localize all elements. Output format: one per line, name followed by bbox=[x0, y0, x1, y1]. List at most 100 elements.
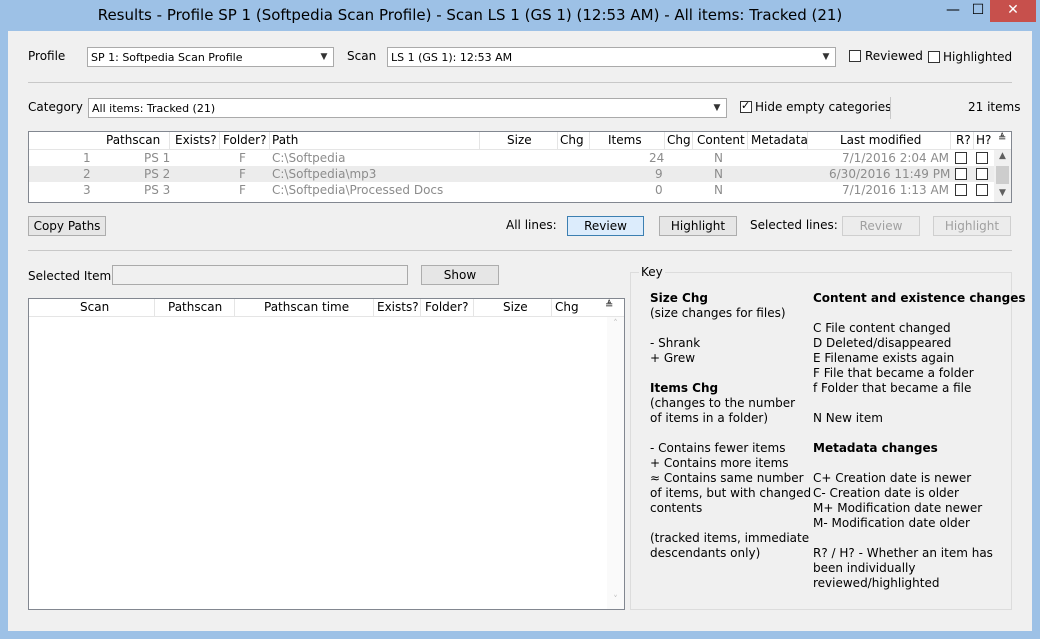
column-header[interactable]: Exists? bbox=[377, 300, 419, 314]
column-header[interactable]: Scan bbox=[80, 300, 109, 314]
key-line: been individually bbox=[813, 561, 916, 575]
column-header[interactable]: Exists? bbox=[175, 133, 217, 147]
highlight-selected-button[interactable]: Highlight bbox=[933, 216, 1011, 236]
key-line: - Shrank bbox=[650, 336, 701, 350]
column-header[interactable]: Path bbox=[272, 133, 298, 147]
highlight-checkbox[interactable] bbox=[976, 168, 988, 180]
copy-paths-button[interactable]: Copy Paths bbox=[28, 216, 106, 236]
key-heading: Items Chg bbox=[650, 381, 719, 395]
key-line: reviewed/highlighted bbox=[813, 576, 940, 590]
key-heading: Content and existence changes bbox=[813, 291, 1026, 305]
table-row[interactable]: 1 PS 1 F C:\Softpedia 24 N 7/1/2016 2:04… bbox=[29, 150, 994, 166]
key-heading: Metadata changes bbox=[813, 441, 938, 455]
chevron-down-icon: ▼ bbox=[320, 52, 328, 62]
key-line: of items in a folder) bbox=[650, 411, 768, 425]
column-header[interactable]: Folder? bbox=[425, 300, 468, 314]
key-title: Key bbox=[639, 265, 665, 280]
maximize-button[interactable]: ☐ bbox=[966, 0, 990, 22]
highlight-all-button[interactable]: Highlight bbox=[659, 216, 737, 236]
divider bbox=[890, 97, 891, 119]
table-row[interactable]: 2 PS 2 F C:\Softpedia\mp3 9 N 6/30/2016 … bbox=[29, 166, 994, 182]
grid-header: Pathscan Exists? Folder? Path Size Chg I… bbox=[29, 132, 1011, 150]
scan-value: LS 1 (GS 1): 12:53 AM bbox=[391, 51, 513, 64]
results-window: Results - Profile SP 1 (Softpedia Scan P… bbox=[0, 0, 1040, 639]
table-row[interactable]: 3 PS 3 F C:\Softpedia\Processed Docs 0 N… bbox=[29, 182, 994, 198]
column-header[interactable]: Chg bbox=[667, 133, 691, 147]
hide-empty-label: Hide empty categories bbox=[755, 100, 892, 114]
highlighted-label: Highlighted bbox=[943, 50, 1013, 64]
grid-header: Scan Pathscan Pathscan time Exists? Fold… bbox=[29, 299, 624, 317]
key-line: (changes to the number bbox=[650, 396, 796, 410]
title-bar[interactable]: Results - Profile SP 1 (Softpedia Scan P… bbox=[0, 0, 1040, 30]
column-header[interactable]: Pathscan bbox=[168, 300, 222, 314]
hide-empty-checkbox[interactable] bbox=[740, 99, 752, 113]
review-all-button[interactable]: Review bbox=[567, 216, 644, 236]
profile-combo[interactable]: SP 1: Softpedia Scan Profile ▼ bbox=[87, 47, 334, 67]
selected-item-label: Selected Item bbox=[28, 269, 112, 283]
key-line: M+ Modification date newer bbox=[813, 501, 983, 515]
minimize-button[interactable]: — bbox=[940, 0, 966, 22]
column-chooser-icon[interactable]: ≜ bbox=[605, 300, 613, 311]
key-line: D Deleted/disappeared bbox=[813, 336, 952, 350]
highlight-checkbox[interactable] bbox=[976, 184, 988, 196]
column-header[interactable]: Size bbox=[503, 300, 528, 314]
key-line: + Grew bbox=[650, 351, 696, 365]
review-checkbox[interactable] bbox=[955, 184, 967, 196]
category-label: Category bbox=[28, 100, 83, 114]
key-line: C- Creation date is older bbox=[813, 486, 959, 500]
key-line: M- Modification date older bbox=[813, 516, 970, 530]
key-heading: Size Chg bbox=[650, 291, 708, 305]
key-panel: Key Size Chg (size changes for files) - Sh… bbox=[630, 265, 1025, 610]
item-count: 21 items bbox=[968, 100, 1021, 114]
reviewed-checkbox[interactable] bbox=[849, 50, 861, 62]
highlighted-checkbox[interactable] bbox=[928, 51, 940, 63]
key-line: N New item bbox=[813, 411, 883, 425]
column-header[interactable]: Chg bbox=[555, 300, 579, 314]
selected-lines-label: Selected lines: bbox=[750, 218, 838, 232]
column-header[interactable]: Items bbox=[608, 133, 642, 147]
window-title: Results - Profile SP 1 (Softpedia Scan P… bbox=[97, 6, 843, 24]
chevron-down-icon[interactable]: ▼ bbox=[994, 188, 1011, 198]
scan-label: Scan bbox=[347, 49, 377, 63]
review-selected-button[interactable]: Review bbox=[842, 216, 920, 236]
key-line: E Filename exists again bbox=[813, 351, 955, 365]
key-line: R? / H? - Whether an item has bbox=[813, 546, 993, 560]
review-checkbox[interactable] bbox=[955, 168, 967, 180]
key-line: C+ Creation date is newer bbox=[813, 471, 972, 485]
key-line: (size changes for files) bbox=[650, 306, 786, 320]
column-header[interactable]: Pathscan bbox=[106, 133, 160, 147]
divider bbox=[28, 250, 1012, 251]
chevron-down-icon[interactable]: ˅ bbox=[607, 595, 624, 605]
review-checkbox[interactable] bbox=[955, 152, 967, 164]
column-header[interactable]: H? bbox=[976, 133, 991, 147]
key-line: (tracked items, immediate bbox=[650, 531, 810, 545]
column-chooser-icon[interactable]: ≜ bbox=[998, 133, 1006, 144]
column-header[interactable]: Content bbox=[697, 133, 745, 147]
chevron-down-icon: ▼ bbox=[713, 103, 721, 113]
key-line: of items, but with changed bbox=[650, 486, 812, 500]
column-header[interactable]: Chg bbox=[560, 133, 584, 147]
divider bbox=[28, 82, 1012, 83]
selected-item-field[interactable] bbox=[112, 265, 408, 285]
history-grid[interactable]: Scan Pathscan Pathscan time Exists? Fold… bbox=[28, 298, 625, 610]
column-header[interactable]: Pathscan time bbox=[264, 300, 349, 314]
column-header[interactable]: R? bbox=[956, 133, 971, 147]
items-grid[interactable]: Pathscan Exists? Folder? Path Size Chg I… bbox=[28, 131, 1012, 203]
close-button[interactable]: ✕ bbox=[990, 0, 1036, 22]
key-line: ≈ Contains same number bbox=[650, 471, 804, 485]
show-button[interactable]: Show bbox=[421, 265, 499, 285]
column-header[interactable]: Size bbox=[507, 133, 532, 147]
scan-combo[interactable]: LS 1 (GS 1): 12:53 AM ▼ bbox=[387, 47, 836, 67]
column-header[interactable]: Folder? bbox=[223, 133, 266, 147]
highlight-checkbox[interactable] bbox=[976, 152, 988, 164]
category-value: All items: Tracked (21) bbox=[92, 102, 216, 115]
chevron-up-icon[interactable]: ▲ bbox=[994, 151, 1011, 161]
profile-label: Profile bbox=[28, 49, 66, 63]
column-header[interactable]: Last modified bbox=[840, 133, 921, 147]
column-header[interactable]: Metadata bbox=[751, 133, 808, 147]
items-scrollbar[interactable]: ▲ ▼ bbox=[994, 150, 1011, 202]
scroll-thumb[interactable] bbox=[996, 166, 1009, 184]
chevron-up-icon[interactable]: ˄ bbox=[607, 319, 624, 329]
history-scrollbar[interactable]: ˄ ˅ bbox=[607, 317, 624, 609]
category-combo[interactable]: All items: Tracked (21) ▼ bbox=[88, 98, 727, 118]
